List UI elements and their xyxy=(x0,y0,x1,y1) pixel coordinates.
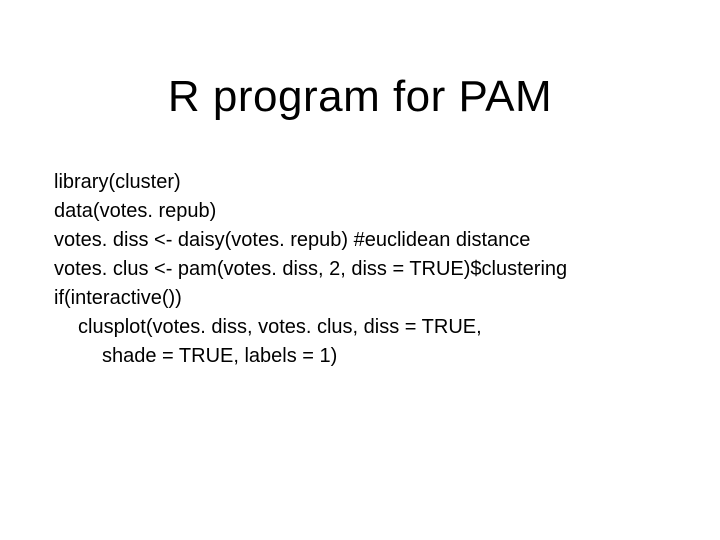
slide-title: R program for PAM xyxy=(0,72,720,122)
code-line: votes. diss <- daisy(votes. repub) #eucl… xyxy=(54,226,666,255)
code-line: if(interactive()) xyxy=(54,284,666,313)
code-line: data(votes. repub) xyxy=(54,197,666,226)
code-block: library(cluster) data(votes. repub) vote… xyxy=(54,168,666,371)
code-line: library(cluster) xyxy=(54,168,666,197)
code-line: votes. clus <- pam(votes. diss, 2, diss … xyxy=(54,255,666,284)
slide: R program for PAM library(cluster) data(… xyxy=(0,0,720,540)
code-line: shade = TRUE, labels = 1) xyxy=(54,342,666,371)
code-line: clusplot(votes. diss, votes. clus, diss … xyxy=(54,313,666,342)
